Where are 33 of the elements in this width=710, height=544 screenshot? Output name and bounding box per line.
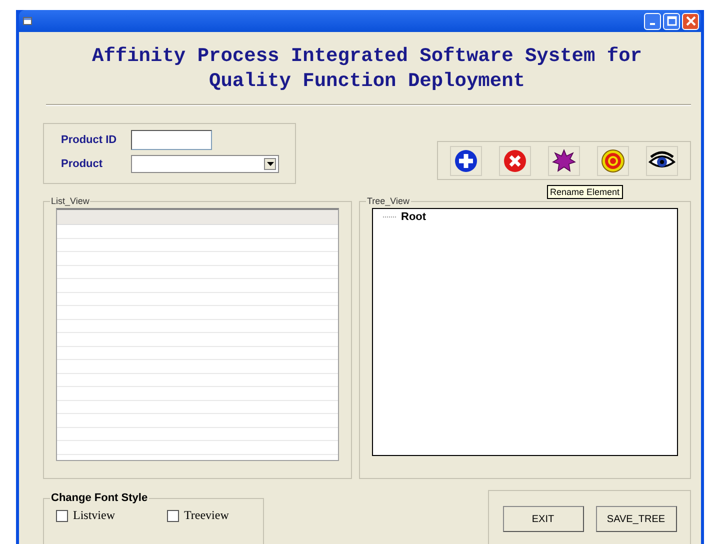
tree-view[interactable]: Root bbox=[372, 208, 678, 456]
dropdown-arrow-icon bbox=[266, 162, 274, 166]
delete-icon bbox=[503, 148, 528, 172]
group-title: List_View bbox=[50, 196, 90, 206]
group-title: Change Font Style bbox=[50, 492, 149, 504]
maximize-button[interactable] bbox=[663, 12, 680, 30]
product-id-field[interactable] bbox=[131, 130, 212, 150]
app-heading: Affinity Process Integrated Software System for bbox=[91, 44, 643, 69]
toolbar-button[interactable] bbox=[450, 146, 482, 176]
plus-icon bbox=[454, 148, 478, 172]
maximize-icon bbox=[666, 16, 676, 26]
group-title: Tree_View bbox=[366, 196, 411, 206]
tree-item[interactable]: Root bbox=[401, 211, 426, 223]
app-icon bbox=[23, 17, 32, 25]
tree-line-icon bbox=[383, 216, 397, 218]
product-dropdown[interactable] bbox=[131, 155, 279, 173]
field-label: Product ID bbox=[61, 134, 118, 146]
checkbox-label: Listview bbox=[73, 508, 115, 523]
target-icon bbox=[600, 148, 625, 172]
tooltip: Rename Element bbox=[547, 185, 623, 199]
field-label: Product bbox=[61, 158, 104, 170]
action-button[interactable]: EXIT bbox=[502, 506, 584, 532]
minimize-button[interactable] bbox=[644, 12, 661, 30]
close-icon bbox=[686, 16, 696, 26]
app-heading: Quality Function Deployment bbox=[208, 69, 526, 94]
checkbox[interactable] bbox=[167, 510, 179, 522]
action-button[interactable]: SAVE_TREE bbox=[596, 506, 676, 532]
toolbar-button[interactable] bbox=[548, 146, 580, 176]
star-icon bbox=[552, 148, 576, 172]
checkbox[interactable] bbox=[56, 510, 68, 522]
close-button[interactable] bbox=[682, 12, 699, 30]
toolbar-button[interactable] bbox=[646, 146, 678, 176]
checkbox-label: Treeview bbox=[184, 508, 229, 523]
